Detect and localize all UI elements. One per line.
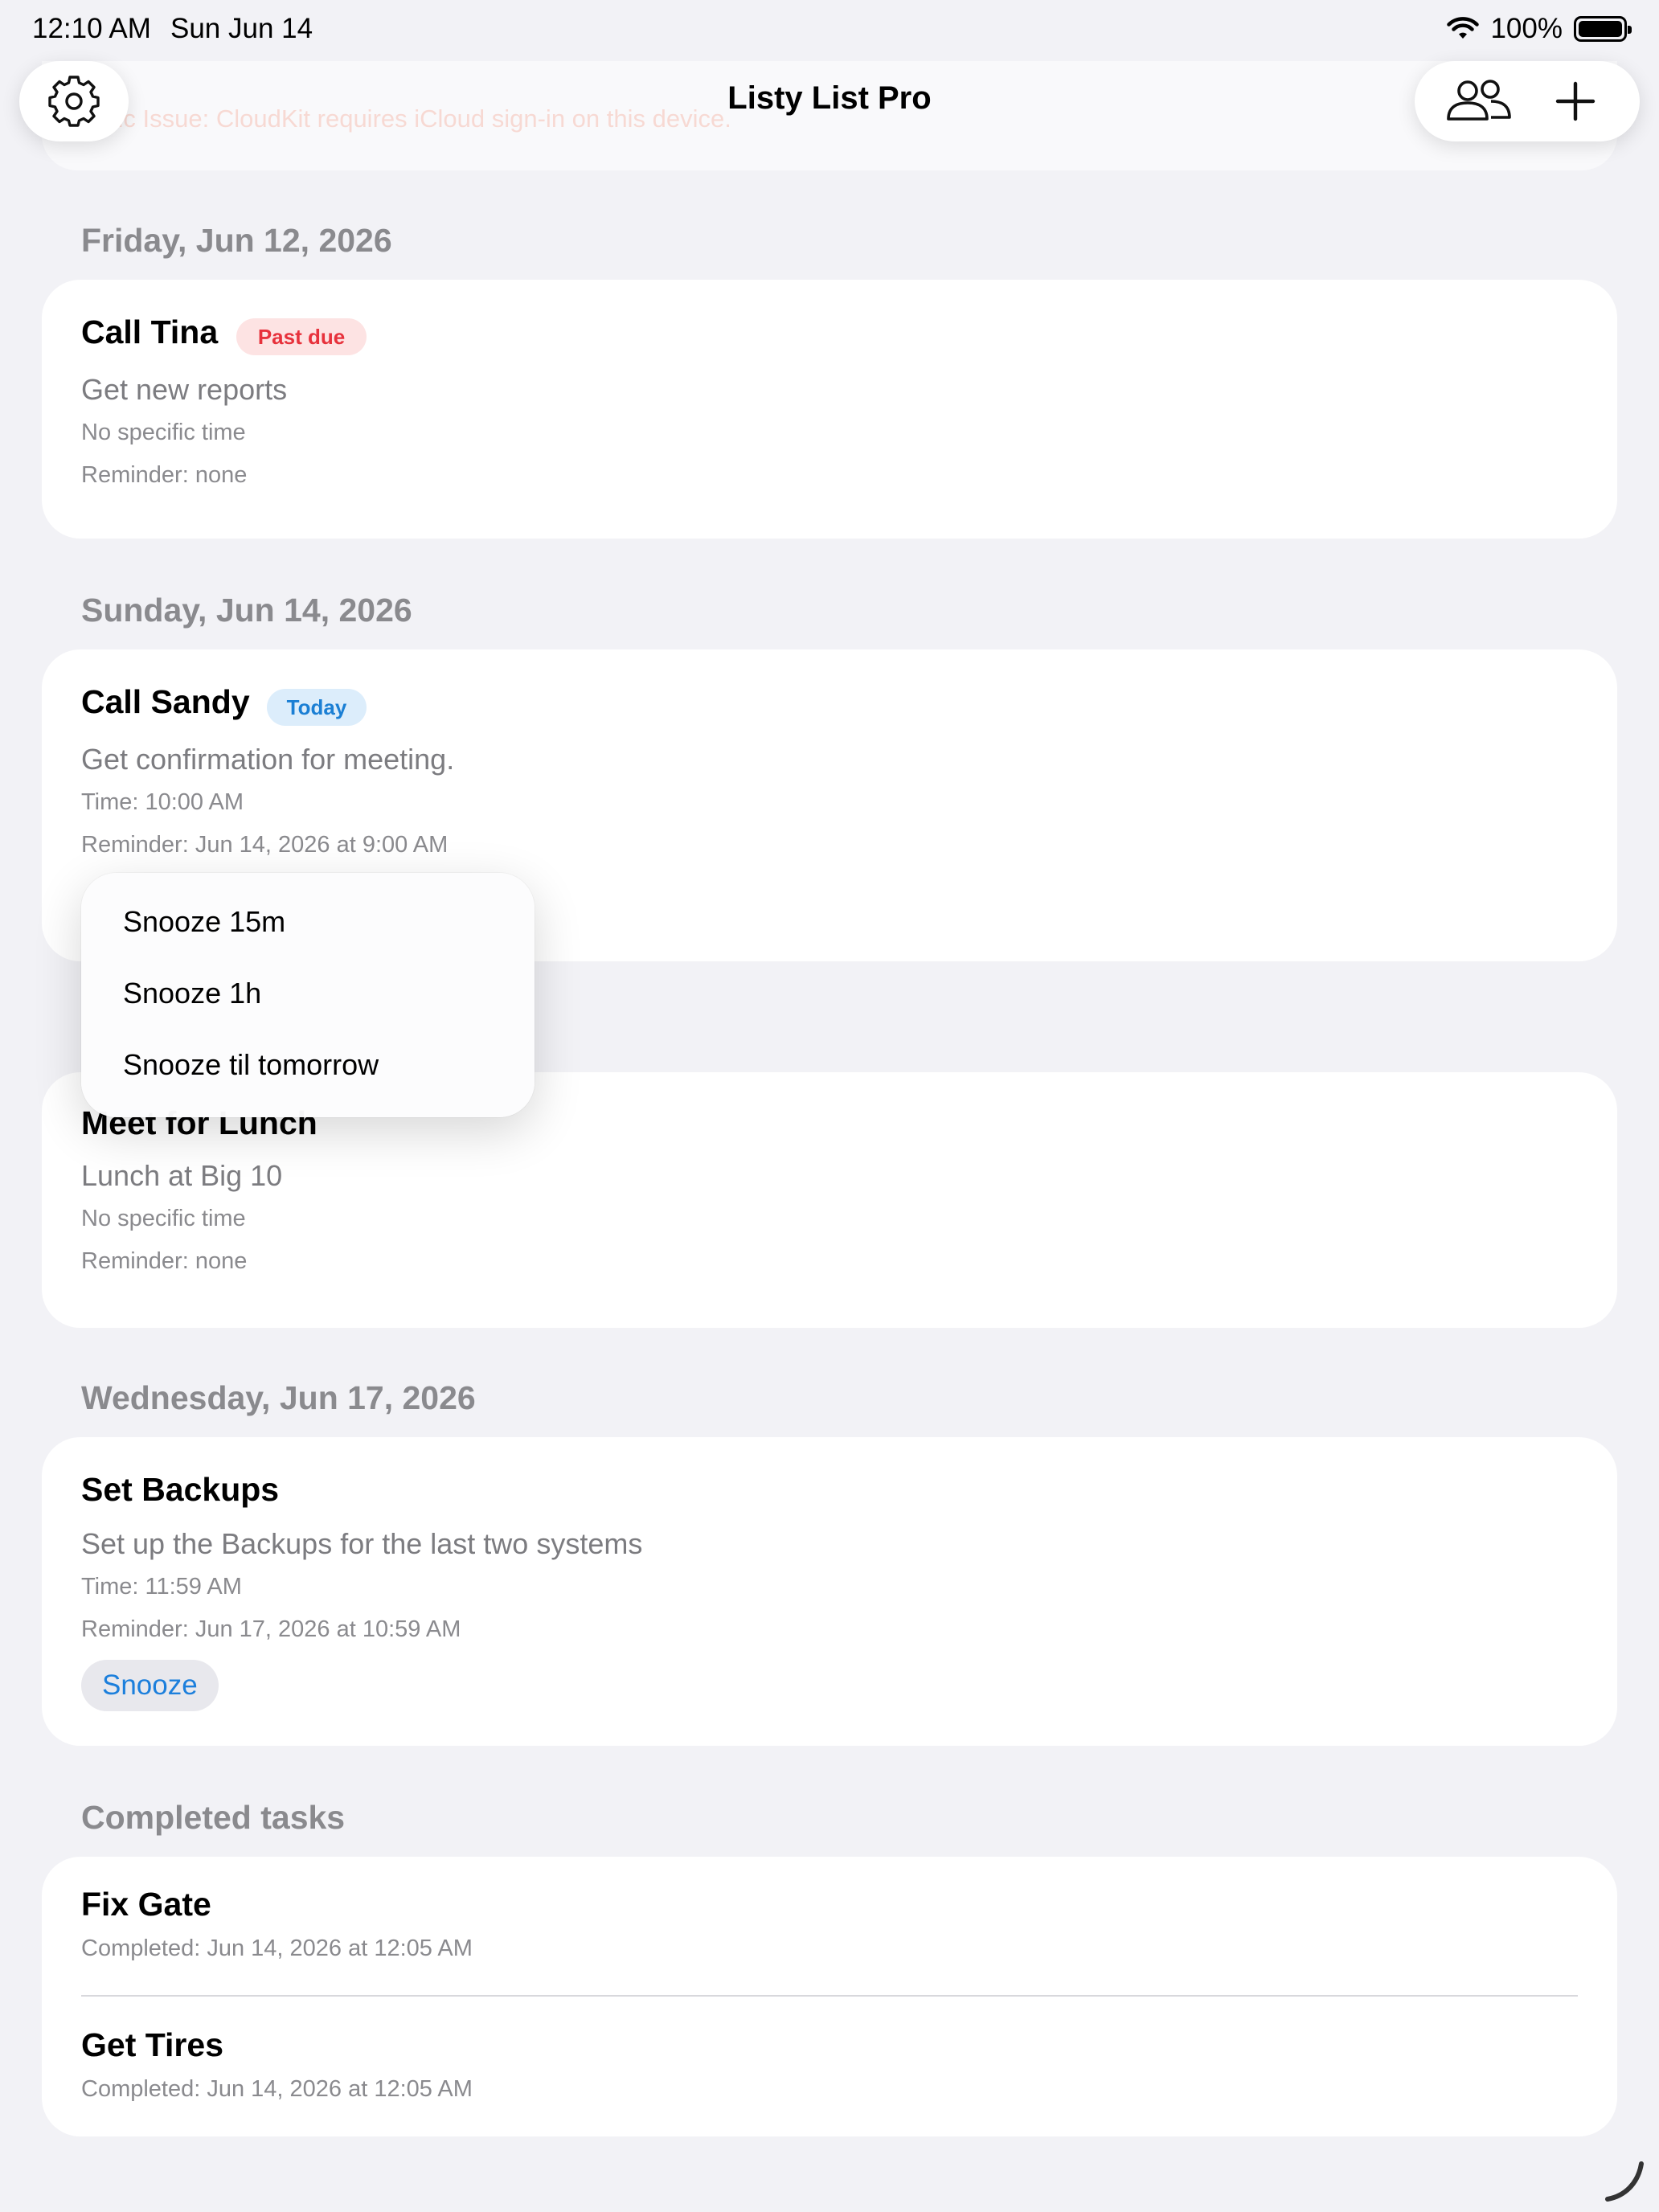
section-header: Sunday, Jun 14, 2026: [81, 592, 412, 629]
snooze-15m-option[interactable]: Snooze 15m: [123, 905, 285, 939]
battery-icon: [1574, 16, 1632, 42]
task-card[interactable]: Call Tina Past due Get new reports No sp…: [42, 280, 1617, 539]
task-title: Call Tina: [81, 313, 219, 350]
completed-task-title[interactable]: Fix Gate: [81, 1886, 211, 1923]
people-icon: [1447, 80, 1511, 121]
section-header-completed: Completed tasks: [81, 1799, 346, 1836]
task-title: Call Sandy: [81, 683, 250, 720]
task-time: Time: 11:59 AM: [81, 1574, 242, 1600]
toolbar-actions: [1415, 61, 1640, 141]
task-reminder: Reminder: none: [81, 1248, 248, 1274]
battery-percent: 100%: [1490, 13, 1563, 44]
snooze-menu: Snooze 15m Snooze 1h Snooze til tomorrow: [81, 873, 535, 1117]
task-time: Time: 10:00 AM: [81, 789, 244, 815]
task-note: Set up the Backups for the last two syst…: [81, 1527, 643, 1560]
snooze-1h-option[interactable]: Snooze 1h: [123, 977, 261, 1010]
task-note: Lunch at Big 10: [81, 1159, 283, 1192]
snooze-button[interactable]: Snooze: [81, 1660, 219, 1711]
task-note: Get confirmation for meeting.: [81, 743, 455, 776]
completed-task-title[interactable]: Get Tires: [81, 2026, 223, 2064]
snooze-tomorrow-option[interactable]: Snooze til tomorrow: [123, 1048, 379, 1082]
add-task-button[interactable]: [1539, 65, 1612, 137]
completed-timestamp: Completed: Jun 14, 2026 at 12:05 AM: [81, 2076, 473, 2102]
task-note: Get new reports: [81, 373, 288, 406]
task-time: No specific time: [81, 1206, 246, 1231]
completed-timestamp: Completed: Jun 14, 2026 at 12:05 AM: [81, 1936, 473, 1961]
section-header: Wednesday, Jun 17, 2026: [81, 1379, 476, 1416]
divider: [81, 1995, 1578, 1997]
past-due-badge: Past due: [236, 318, 367, 355]
status-indicators: 100%: [1447, 13, 1632, 45]
status-bar: 12:10 AM Sun Jun 14 100%: [0, 0, 1659, 61]
task-reminder: Reminder: Jun 17, 2026 at 10:59 AM: [81, 1616, 461, 1642]
task-title: Set Backups: [81, 1471, 280, 1508]
share-button[interactable]: [1443, 65, 1515, 137]
task-time: No specific time: [81, 420, 246, 445]
completed-card: Fix Gate Completed: Jun 14, 2026 at 12:0…: [42, 1857, 1617, 2136]
task-reminder: Reminder: none: [81, 462, 248, 488]
today-badge: Today: [267, 689, 367, 726]
wifi-icon: [1447, 17, 1480, 39]
section-header: Friday, Jun 12, 2026: [81, 222, 392, 259]
status-time: 12:10 AM: [32, 13, 151, 44]
task-card[interactable]: Set Backups Set up the Backups for the l…: [42, 1437, 1617, 1746]
app-screen: 12:10 AM Sun Jun 14 100% Sync Issue: Clo…: [0, 0, 1659, 2212]
task-reminder: Reminder: Jun 14, 2026 at 9:00 AM: [81, 832, 449, 858]
plus-icon: [1555, 81, 1596, 121]
resize-handle-icon[interactable]: [1601, 2156, 1649, 2204]
page-title: Listy List Pro: [727, 80, 932, 116]
status-date: Sun Jun 14: [170, 13, 313, 44]
